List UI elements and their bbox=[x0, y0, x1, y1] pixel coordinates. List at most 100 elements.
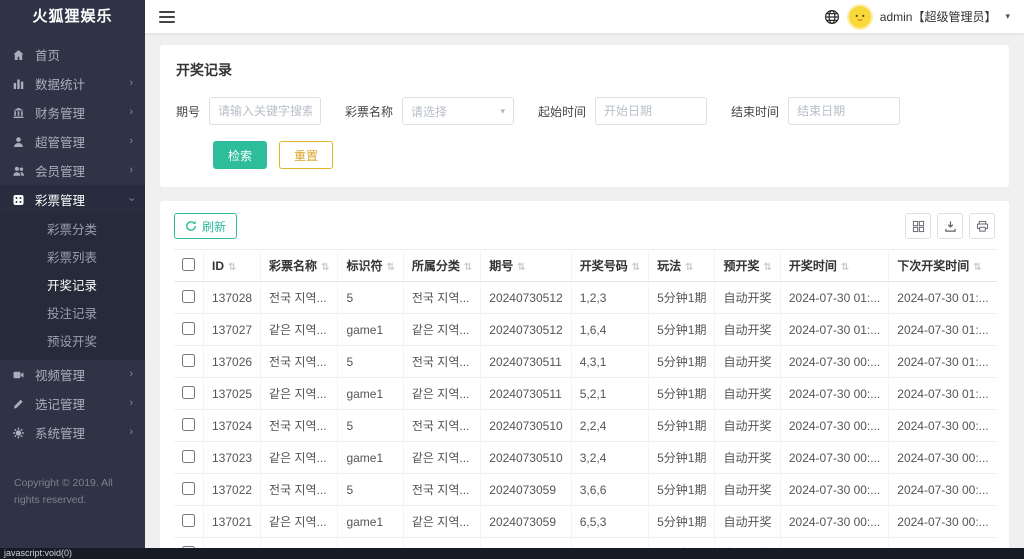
column-header[interactable]: ID ⇅ bbox=[203, 249, 262, 282]
row-checkbox[interactable] bbox=[182, 289, 195, 303]
row-checkbox[interactable] bbox=[182, 417, 195, 431]
user-menu-caret-icon[interactable]: ▾ bbox=[1005, 11, 1010, 22]
download-icon[interactable] bbox=[937, 213, 963, 239]
table-cell: 5分钟1期 bbox=[648, 313, 716, 346]
column-header[interactable]: 彩票名称 ⇅ bbox=[260, 249, 339, 282]
table-tools bbox=[905, 213, 995, 239]
page-content: 开奖记录 期号 彩票名称 请选择 ▾ 起始时间 bbox=[145, 33, 1024, 559]
sidebar-item-members[interactable]: 会员管理 › bbox=[0, 156, 145, 185]
table-row: 137026 전국 지역... 5 전국 지역... 20240730511 4,3,1 5… bbox=[174, 345, 997, 378]
row-checkbox[interactable] bbox=[182, 449, 195, 463]
sidebar-item-label: 视频管理 bbox=[35, 369, 86, 383]
print-icon[interactable] bbox=[969, 213, 995, 239]
column-header[interactable]: 开奖号码 ⇅ bbox=[571, 249, 650, 282]
table-cell: 2024-07-30 00:... bbox=[780, 345, 890, 378]
column-header[interactable]: 所属分类 ⇅ bbox=[403, 249, 482, 282]
columns-grid-icon[interactable] bbox=[905, 213, 931, 239]
user-avatar[interactable] bbox=[848, 5, 871, 28]
sidebar-item-video[interactable]: 视频管理 › bbox=[0, 360, 145, 389]
filter-buttons: 检索 重置 bbox=[213, 141, 993, 169]
sidebar-item-lottery[interactable]: 彩票管理 › bbox=[0, 185, 145, 214]
table-cell: 137023 bbox=[203, 441, 262, 474]
sidebar-item-finance[interactable]: 财务管理 › bbox=[0, 98, 145, 127]
sidebar-item-label: 选记管理 bbox=[35, 398, 86, 412]
sidebar-item-label: 首页 bbox=[35, 49, 61, 63]
sidebar-item-notes[interactable]: 选记管理 › bbox=[0, 389, 145, 418]
user-menu[interactable]: admin【超级管理员】 bbox=[880, 8, 997, 25]
table-cell: 2024-07-30 01:... bbox=[888, 313, 997, 346]
select-all-checkbox[interactable] bbox=[182, 257, 195, 271]
sort-icon[interactable]: ⇅ bbox=[386, 262, 394, 273]
end-date-input[interactable] bbox=[788, 97, 901, 125]
column-header[interactable]: 下次开奖时间 ⇅ bbox=[888, 249, 997, 282]
row-checkbox[interactable] bbox=[182, 321, 195, 335]
table-cell: 自动开奖 bbox=[714, 409, 781, 442]
table-cell: 같은 지역... bbox=[403, 377, 482, 410]
reset-button[interactable]: 重置 bbox=[279, 141, 334, 169]
issue-label: 期号 bbox=[176, 104, 201, 119]
table-cell: 같은 지역... bbox=[260, 441, 339, 474]
table-row: 137023 같은 지역... game1 같은 지역... 20240730510 3,… bbox=[174, 441, 997, 474]
table-cell: 같은 지역... bbox=[403, 313, 482, 346]
sort-icon[interactable]: ⇅ bbox=[685, 262, 693, 273]
sidebar: 火狐狸娱乐 首页 数据统计 › 财务管理 › 超管管理 › 会员管理 › 彩票管… bbox=[0, 0, 145, 559]
row-checkbox[interactable] bbox=[182, 481, 195, 495]
sort-icon[interactable]: ⇅ bbox=[517, 262, 525, 273]
lottery-submenu: 彩票分类 彩票列表 开奖记录 投注记录 预设开奖 bbox=[0, 214, 145, 360]
table-cell: 전국 지역... bbox=[403, 409, 482, 442]
sidebar-item-lottery-list[interactable]: 彩票列表 bbox=[0, 244, 145, 272]
row-checkbox[interactable] bbox=[182, 385, 195, 399]
table-cell: 2024-07-30 00:... bbox=[888, 409, 997, 442]
column-header[interactable]: 期号 ⇅ bbox=[480, 249, 572, 282]
sidebar-item-bet-records[interactable]: 投注记录 bbox=[0, 300, 145, 328]
column-header-label: 彩票名称 bbox=[269, 259, 318, 273]
table-cell: 自动开奖 bbox=[714, 473, 781, 506]
sort-icon[interactable]: ⇅ bbox=[973, 262, 981, 273]
table-cell: 2,2,4 bbox=[571, 409, 650, 442]
table-cell: 137025 bbox=[203, 377, 262, 410]
sort-icon[interactable]: ⇅ bbox=[228, 262, 236, 273]
table-cell: 전국 지역... bbox=[403, 473, 482, 506]
sort-icon[interactable]: ⇅ bbox=[321, 262, 329, 273]
column-header-label: 开奖号码 bbox=[579, 259, 628, 273]
sort-icon[interactable]: ⇅ bbox=[632, 262, 640, 273]
sidebar-item-home[interactable]: 首页 bbox=[0, 40, 145, 69]
row-checkbox[interactable] bbox=[182, 513, 195, 527]
column-header-label: ID bbox=[212, 258, 224, 273]
dice-icon bbox=[12, 193, 26, 206]
table-cell: 自动开奖 bbox=[714, 505, 781, 538]
table-cell: 2024-07-30 00:... bbox=[888, 473, 997, 506]
sort-icon[interactable]: ⇅ bbox=[841, 262, 849, 273]
column-header[interactable]: 玩法 ⇅ bbox=[648, 249, 716, 282]
search-button[interactable]: 检索 bbox=[213, 141, 268, 169]
sidebar-item-system[interactable]: 系统管理 › bbox=[0, 418, 145, 447]
issue-search-input[interactable] bbox=[209, 97, 322, 125]
table-cell: 1,6,4 bbox=[571, 313, 650, 346]
sidebar-item-draw-records[interactable]: 开奖记录 bbox=[0, 272, 145, 300]
sidebar-item-superadmin[interactable]: 超管管理 › bbox=[0, 127, 145, 156]
start-date-input[interactable] bbox=[595, 97, 708, 125]
home-icon bbox=[12, 48, 26, 61]
refresh-button[interactable]: 刷新 bbox=[174, 213, 238, 239]
users-icon bbox=[12, 164, 26, 177]
table-cell: 5 bbox=[337, 281, 404, 314]
lottery-name-select-value: 请选择 bbox=[411, 104, 448, 119]
column-header-label: 下次开奖时间 bbox=[897, 259, 970, 273]
table-cell: 5分钟1期 bbox=[648, 345, 716, 378]
column-header[interactable]: 开奖时间 ⇅ bbox=[780, 249, 890, 282]
sort-icon[interactable]: ⇅ bbox=[464, 262, 472, 273]
lottery-name-label: 彩票名称 bbox=[345, 104, 394, 119]
language-globe-icon[interactable] bbox=[824, 9, 840, 25]
sidebar-item-stats[interactable]: 数据统计 › bbox=[0, 69, 145, 98]
hamburger-menu-icon[interactable] bbox=[159, 10, 175, 23]
column-header[interactable]: 标识符 ⇅ bbox=[337, 249, 404, 282]
sidebar-item-preset-draw[interactable]: 预设开奖 bbox=[0, 328, 145, 356]
pencil-icon bbox=[12, 397, 26, 410]
sidebar-item-lottery-category[interactable]: 彩票分类 bbox=[0, 216, 145, 244]
column-header[interactable]: 预开奖 ⇅ bbox=[714, 249, 781, 282]
table-cell: 2024-07-30 00:... bbox=[780, 473, 890, 506]
sort-icon[interactable]: ⇅ bbox=[763, 262, 771, 273]
row-checkbox[interactable] bbox=[182, 353, 195, 367]
lottery-name-select[interactable]: 请选择 ▾ bbox=[402, 97, 515, 125]
table-cell: 같은 지역... bbox=[260, 313, 339, 346]
